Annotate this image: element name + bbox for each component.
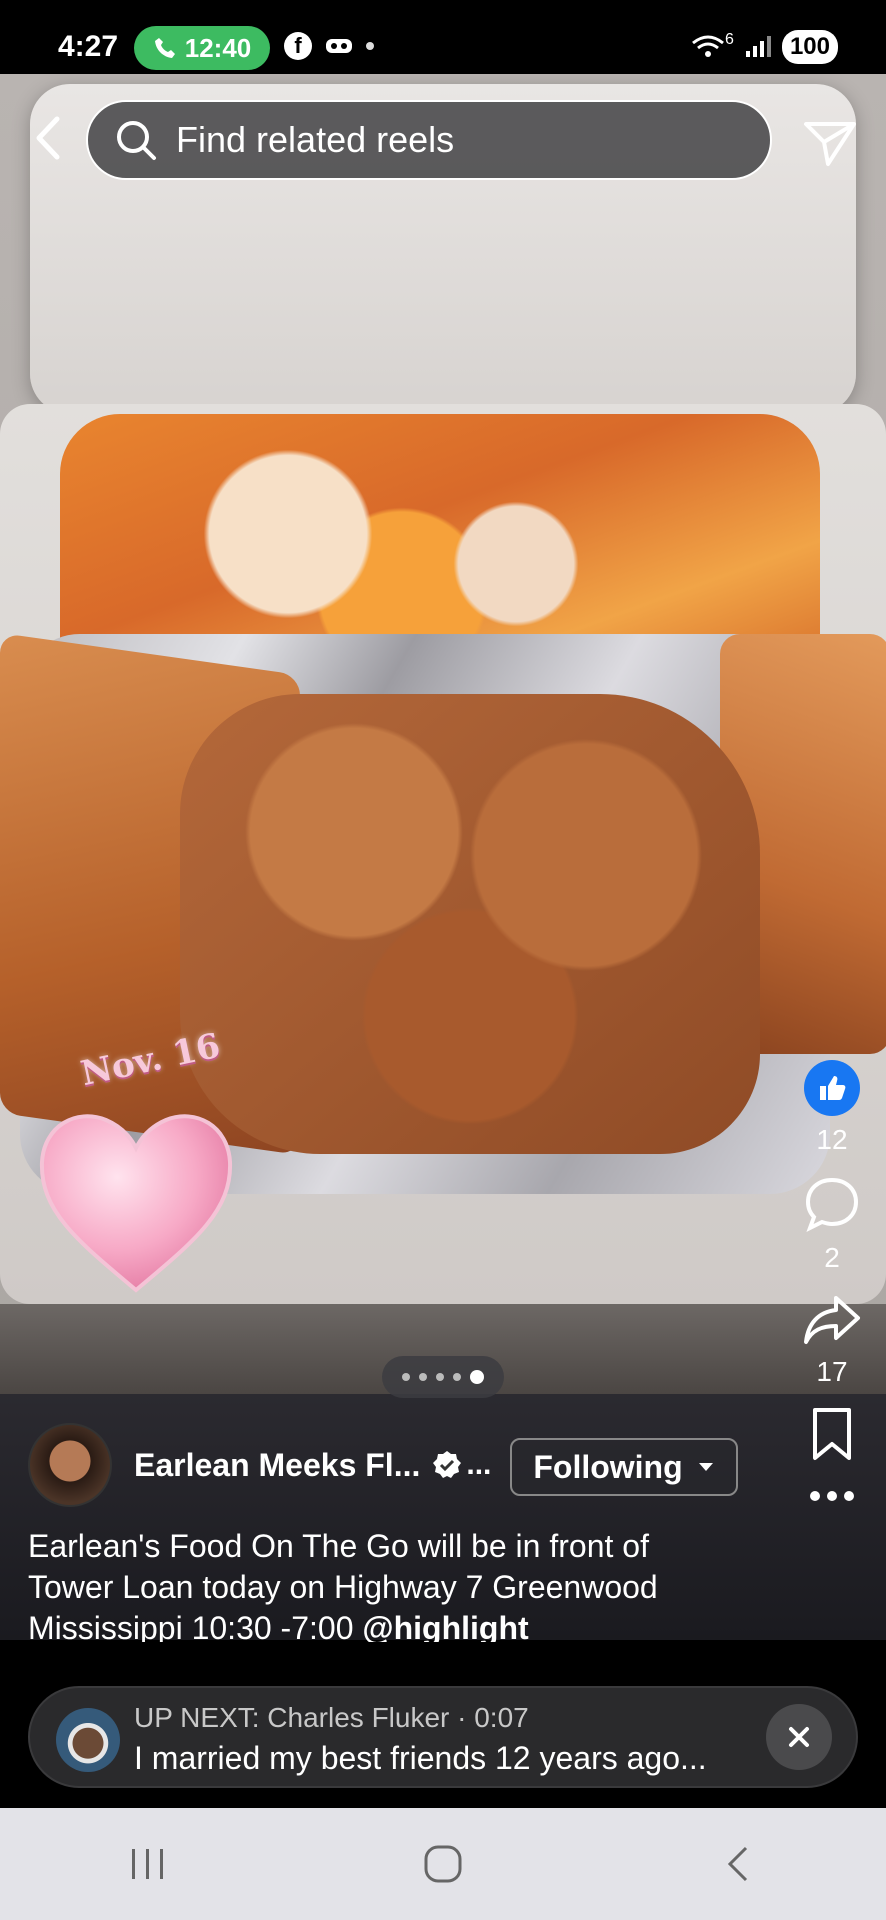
caret-down-icon	[698, 1463, 713, 1471]
back-chevron-icon	[728, 1846, 748, 1882]
search-placeholder: Find related reels	[176, 119, 455, 160]
chevron-left-icon	[36, 116, 60, 160]
signal-icon	[745, 36, 771, 57]
like-action[interactable]: 12	[790, 1060, 874, 1156]
author-row: Earlean Meeks Fl... ...	[28, 1423, 492, 1507]
more-notifications-dot	[366, 42, 374, 50]
system-navigation-bar	[0, 1808, 886, 1920]
share-send-button[interactable]	[798, 110, 862, 174]
following-button[interactable]: Following	[510, 1438, 738, 1496]
up-next-close-button[interactable]	[766, 1704, 832, 1770]
like-icon	[804, 1060, 860, 1116]
pager-dot	[436, 1373, 444, 1381]
network-type: 6	[725, 31, 734, 48]
reel-screen: 4:27 12:40 f 6 100 Nov. 16 Find related …	[0, 0, 886, 1920]
bookmark-icon	[813, 1408, 851, 1460]
status-bar: 4:27 12:40 f 6 100	[0, 0, 886, 74]
facebook-notification-icon: f	[284, 32, 312, 60]
comment-bubble-icon	[805, 1177, 859, 1233]
comment-action[interactable]: 2	[790, 1174, 874, 1274]
author-name-ellipsis: ...	[466, 1448, 492, 1481]
wifi-icon	[692, 35, 724, 57]
system-icons: 6 100	[691, 30, 838, 64]
home-icon	[424, 1845, 462, 1883]
reel-media[interactable]	[0, 74, 886, 1640]
pager-dot	[470, 1370, 484, 1384]
more-options-action[interactable]	[790, 1490, 874, 1502]
close-icon	[789, 1727, 809, 1747]
author-name[interactable]: Earlean Meeks Fl...	[134, 1447, 420, 1484]
up-next-card[interactable]: UP NEXT: Charles Fluker · 0:07 I married…	[28, 1686, 858, 1788]
author-avatar[interactable]	[28, 1423, 112, 1507]
search-icon	[114, 118, 158, 162]
share-arrow-icon	[804, 1296, 860, 1344]
pager-dot	[419, 1373, 427, 1381]
status-time: 4:27	[58, 30, 119, 63]
more-dots-icon	[810, 1491, 854, 1501]
reel-caption[interactable]: Earlean's Food On The Go will be in fron…	[28, 1526, 728, 1642]
carousel-pager	[382, 1356, 504, 1398]
up-next-label: UP NEXT: Charles Fluker · 0:07	[134, 1702, 529, 1733]
paper-plane-icon	[804, 122, 856, 166]
heart-sticker	[39, 1114, 233, 1293]
share-action[interactable]: 17	[790, 1292, 874, 1388]
voicemail-icon	[326, 39, 352, 53]
call-timer: 12:40	[184, 32, 252, 63]
caption-text: Earlean's Food On The Go will be in fron…	[28, 1528, 658, 1642]
system-back-button[interactable]	[678, 1824, 798, 1904]
notification-icons: f	[284, 32, 374, 60]
back-button[interactable]	[20, 110, 76, 166]
battery-indicator: 100	[781, 30, 838, 64]
verified-badge-icon	[433, 1451, 462, 1478]
pager-dot	[402, 1373, 410, 1381]
save-action[interactable]	[790, 1406, 874, 1462]
find-related-reels-search[interactable]: Find related reels	[86, 100, 772, 180]
following-label: Following	[533, 1448, 683, 1485]
up-next-title: I married my best friends 12 years ago..…	[134, 1740, 707, 1776]
recent-apps-icon	[131, 1849, 163, 1879]
up-next-avatar	[56, 1708, 120, 1772]
share-count: 17	[816, 1356, 848, 1387]
like-count: 12	[816, 1124, 848, 1155]
home-button[interactable]	[383, 1824, 503, 1904]
pager-dot	[453, 1373, 461, 1381]
comment-count: 2	[824, 1242, 840, 1273]
fried-wings	[180, 694, 760, 1154]
recent-apps-button[interactable]	[88, 1824, 208, 1904]
reel-actions: 12 2 17	[790, 1060, 874, 1520]
caption-mention[interactable]: @highlight	[362, 1610, 528, 1642]
ongoing-call-pill[interactable]: 12:40	[134, 26, 270, 70]
phone-icon	[154, 38, 175, 58]
